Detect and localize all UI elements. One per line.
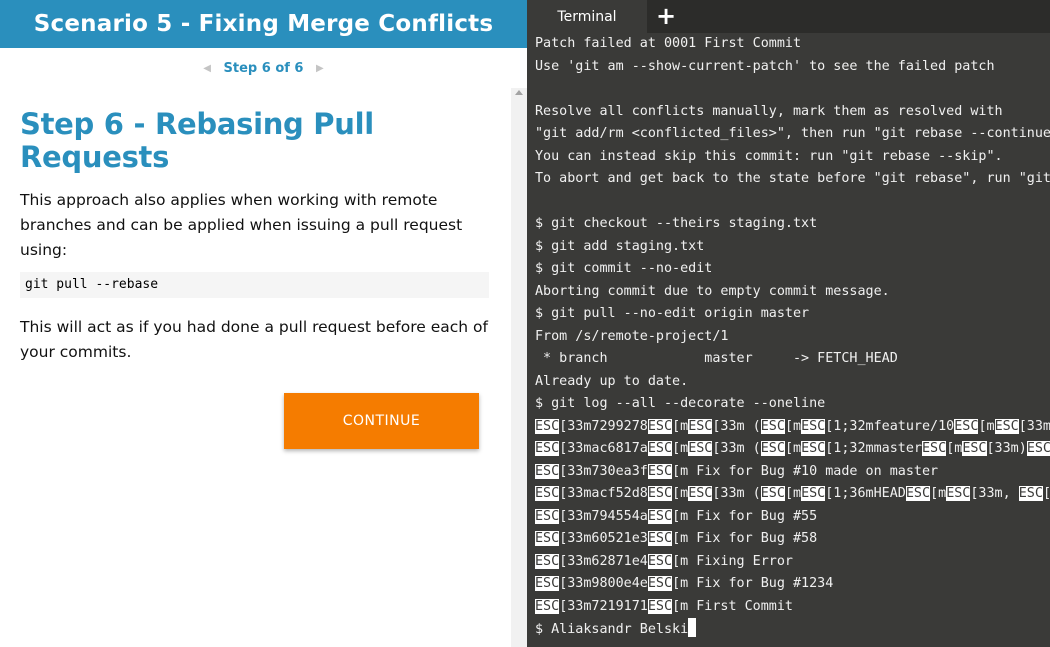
escape-char-glyph: ESC bbox=[535, 553, 560, 569]
terminal-line: ESC[33m794554aESC[m Fix for Bug #55 bbox=[535, 508, 818, 524]
step-indicator: Step 6 of 6 bbox=[223, 61, 304, 76]
terminal-line: "git add/rm <conflicted_files>", then ru… bbox=[535, 126, 1050, 141]
step-navigation: ◀ Step 6 of 6 ▶ bbox=[0, 58, 527, 80]
tutorial-panel: Scenario 5 - Fixing Merge Conflicts ◀ St… bbox=[0, 0, 527, 647]
terminal-line: To abort and get back to the state befor… bbox=[535, 171, 1050, 186]
step-paragraph: This will act as if you had done a pull … bbox=[20, 318, 488, 361]
escape-char-glyph: ESC bbox=[535, 486, 560, 501]
prev-step-icon[interactable]: ◀ bbox=[203, 58, 211, 80]
escape-char-glyph: ESC bbox=[905, 486, 931, 501]
escape-char-glyph: ESC bbox=[535, 531, 560, 546]
terminal-line: ESC[33mac6817aESC[mESC[33m (ESC[mESC[1;3… bbox=[535, 441, 1050, 456]
step-title: Step 6 - Rebasing Pull Requests bbox=[20, 107, 374, 174]
step-content: Step 6 - Rebasing Pull Requests This app… bbox=[20, 108, 490, 365]
scrollbar[interactable] bbox=[511, 88, 527, 647]
escape-char-glyph: ESC bbox=[535, 598, 560, 614]
escape-char-glyph: ESC bbox=[647, 418, 673, 434]
step-paragraph: This approach also applies when working … bbox=[20, 191, 463, 259]
escape-char-glyph: ESC bbox=[994, 418, 1019, 434]
terminal-line: $ git log --all --decorate --oneline bbox=[535, 396, 826, 411]
terminal-line: $ git pull --no-edit origin master bbox=[535, 306, 810, 321]
escape-char-glyph: ESC bbox=[647, 598, 673, 614]
escape-char-glyph: ESC bbox=[535, 508, 560, 524]
escape-char-glyph: ESC bbox=[647, 531, 673, 546]
escape-char-glyph: ESC bbox=[647, 463, 673, 479]
terminal-line: ESC[33m730ea3fESC[m Fix for Bug #10 made… bbox=[535, 463, 939, 479]
escape-char-glyph: ESC bbox=[801, 486, 826, 501]
terminal-line: ESC[33m7299278ESC[mESC[33m (ESC[mESC[1;3… bbox=[535, 418, 1050, 434]
escape-char-glyph: ESC bbox=[760, 486, 785, 501]
escape-char-glyph: ESC bbox=[647, 486, 673, 501]
terminal-line: ESC[33m62871e4ESC[m Fixing Error bbox=[535, 553, 793, 569]
escape-char-glyph: ESC bbox=[535, 418, 560, 434]
escape-char-glyph: ESC bbox=[801, 441, 826, 456]
next-step-icon[interactable]: ▶ bbox=[316, 58, 324, 80]
terminal-line: You can instead skip this commit: run "g… bbox=[535, 148, 1003, 164]
terminal-line: * branch master -> FETCH_HEAD bbox=[535, 351, 898, 366]
terminal-line: Use 'git am --show-current-patch' to see… bbox=[535, 58, 995, 74]
escape-char-glyph: ESC bbox=[535, 576, 560, 591]
terminal-line: Resolve all conflicts manually, mark the… bbox=[535, 103, 1003, 119]
terminal-line: Patch failed at 0001 First Commit bbox=[535, 36, 802, 51]
escape-char-glyph: ESC bbox=[946, 486, 971, 501]
code-snippet: git pull --rebase bbox=[20, 272, 489, 298]
terminal-line: ESC[33m7219171ESC[m First Commit bbox=[535, 598, 793, 614]
escape-char-glyph: ESC bbox=[647, 441, 673, 456]
terminal-line: $ git checkout --theirs staging.txt bbox=[535, 216, 818, 231]
escape-char-glyph: ESC bbox=[688, 486, 713, 501]
escape-char-glyph: ESC bbox=[1026, 441, 1050, 456]
escape-char-glyph: ESC bbox=[688, 418, 713, 434]
terminal-line: $ Aliaksandr Belski bbox=[535, 618, 1050, 641]
terminal-line: $ git add staging.txt bbox=[535, 238, 705, 254]
terminal-line: Already up to date. bbox=[535, 373, 689, 389]
terminal-tab-bar: Terminal + bbox=[527, 0, 1050, 33]
tab-terminal[interactable]: Terminal bbox=[527, 0, 647, 33]
escape-char-glyph: ESC bbox=[922, 441, 947, 456]
add-tab-button[interactable]: + bbox=[652, 0, 680, 33]
terminal-line: $ git commit --no-edit bbox=[535, 261, 713, 276]
continue-button[interactable]: CONTINUE bbox=[284, 393, 479, 449]
escape-char-glyph: ESC bbox=[535, 441, 560, 456]
escape-char-glyph: ESC bbox=[760, 441, 785, 456]
escape-char-glyph: ESC bbox=[647, 508, 673, 524]
escape-char-glyph: ESC bbox=[1018, 486, 1043, 501]
escape-char-glyph: ESC bbox=[688, 441, 713, 456]
escape-char-glyph: ESC bbox=[647, 576, 673, 591]
terminal-output[interactable]: Patch failed at 0001 First Commit Use 'gi… bbox=[535, 33, 1050, 647]
terminal-line: ESC[33macf52d8ESC[mESC[33m (ESC[mESC[1;3… bbox=[535, 486, 1050, 501]
escape-char-glyph: ESC bbox=[760, 418, 785, 434]
escape-char-glyph: ESC bbox=[954, 418, 979, 434]
terminal-line: ESC[33m60521e3ESC[m Fix for Bug #58 bbox=[535, 531, 818, 546]
terminal-line: Aborting commit due to empty commit mess… bbox=[535, 283, 890, 299]
terminal-line: From /s/remote-project/1 bbox=[535, 328, 729, 344]
terminal-cursor bbox=[688, 618, 697, 637]
scenario-title: Scenario 5 - Fixing Merge Conflicts bbox=[0, 0, 527, 48]
terminal-panel: Terminal + Patch failed at 0001 First Co… bbox=[527, 0, 1050, 647]
scroll-up-icon[interactable] bbox=[515, 90, 523, 95]
escape-char-glyph: ESC bbox=[647, 553, 673, 569]
escape-char-glyph: ESC bbox=[962, 441, 987, 456]
escape-char-glyph: ESC bbox=[535, 463, 560, 479]
terminal-line: ESC[33m9800e4eESC[m Fix for Bug #1234 bbox=[535, 576, 834, 591]
escape-char-glyph: ESC bbox=[801, 418, 826, 434]
